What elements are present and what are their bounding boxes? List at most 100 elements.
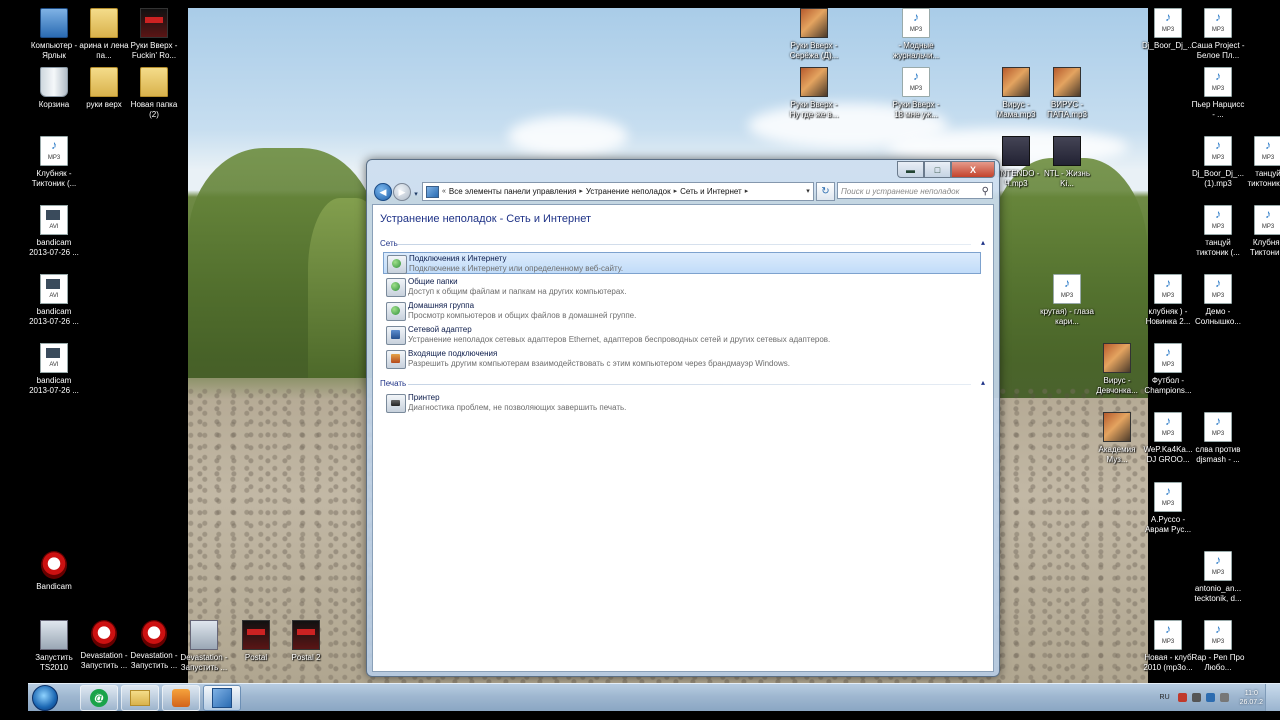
collapse-chevron-icon[interactable]: ▴ (981, 378, 985, 387)
video-file-icon (40, 274, 68, 304)
back-button[interactable]: ◀ (374, 183, 392, 201)
mp3-file-icon (1103, 343, 1131, 373)
desktop-icon[interactable]: Пьер Нарцисс - ... (1190, 67, 1246, 120)
desktop-icon[interactable]: руки верх (76, 67, 132, 110)
shortcut-icon (91, 620, 117, 648)
minimize-button[interactable]: ▬ (897, 161, 924, 178)
desktop-icon[interactable]: ВИРУС - ПАПА.mp3 (1039, 67, 1095, 120)
mp3-file-icon (1254, 205, 1280, 235)
desktop-icon[interactable]: bandicam 2013-07-26 ... (26, 274, 82, 327)
mp3-file-icon (1154, 620, 1182, 650)
mp3-file-icon (40, 136, 68, 166)
desktop-icon[interactable]: Клубняк Тиктони... (1240, 205, 1280, 258)
section-header-printing[interactable]: Печать ▴ (380, 378, 985, 388)
troubleshooter-incoming-connections[interactable]: Входящие подключения Разрешить другим ко… (383, 348, 981, 370)
search-icon[interactable]: ⚲ (982, 183, 989, 200)
desktop-icon[interactable]: Dj_Boor_Dj_... (1140, 8, 1196, 51)
desktop-icon[interactable]: танцуй тиктоник ... (1240, 136, 1280, 189)
volume-icon[interactable] (1219, 693, 1229, 702)
mp3-file-icon (1204, 8, 1232, 38)
desktop-icon[interactable]: Компьютер - Ярлык (26, 8, 82, 61)
desktop-icon[interactable]: WeP.Ka4Ka... DJ GROO... (1140, 412, 1196, 465)
desktop-icon[interactable]: NTL - Жизнь Ki... (1039, 136, 1095, 189)
window-controls: ▬ □ X (897, 161, 995, 178)
desktop-icon[interactable]: Postal (228, 620, 284, 663)
language-indicator[interactable]: RU (1160, 694, 1170, 701)
troubleshooter-shared-folders[interactable]: Общие папки Доступ к общим файлам и папк… (383, 276, 981, 298)
desktop-icon[interactable]: bandicam 2013-07-26 ... (26, 343, 82, 396)
forward-button[interactable]: ▶ (393, 183, 411, 201)
desktop-icon[interactable]: Академия Муз... (1089, 412, 1145, 465)
network-icon[interactable] (1205, 693, 1215, 702)
desktop-icon[interactable]: Devastation - Запустить ... (76, 620, 132, 671)
desktop-icon[interactable]: Новая - клуб 2010 (mp3o... (1140, 620, 1196, 673)
taskbar-control-panel[interactable] (203, 685, 241, 711)
desktop-icon[interactable]: Руки Вверх - 18 мне уж... (888, 67, 944, 120)
tray-app-icon[interactable] (1177, 693, 1187, 702)
desktop-icon[interactable]: Devastation - Запустить ... (126, 620, 182, 671)
desktop-icon[interactable]: арина и лена па... (76, 8, 132, 61)
search-input[interactable]: Поиск и устранение неполадок ⚲ (837, 182, 993, 199)
desktop-icon[interactable]: слва против djsmash - ... (1190, 412, 1246, 465)
clock[interactable]: 11:0 26.07.2 (1240, 689, 1263, 707)
video-file-icon (40, 205, 68, 235)
desktop-icon[interactable]: Саша Project - Белое Пл... (1190, 8, 1246, 61)
desktop-icon[interactable]: Вирус - Мама.mp3 (988, 67, 1044, 120)
desktop-icon[interactable]: Dj_Boor_Dj_... (1).mp3 (1190, 136, 1246, 189)
collapse-chevron-icon[interactable]: ▴ (981, 238, 985, 247)
desktop-icon[interactable]: Демо - Солнышко... (1190, 274, 1246, 327)
desktop-icon[interactable]: Руки Вверх - Серёжа (Д)... (786, 8, 842, 61)
desktop-icon[interactable]: Запустить TS2010 (26, 620, 82, 673)
taskbar-explorer[interactable] (121, 685, 159, 711)
taskbar-media-player[interactable] (162, 685, 200, 711)
section-title: Печать (380, 379, 407, 388)
desktop-icon[interactable]: Футбол - Champions... (1140, 343, 1196, 396)
desktop-icon[interactable]: Клубняк - Тиктоник (... (26, 136, 82, 189)
breadcrumb-all-control-panel-items[interactable]: Все элементы панели управления (446, 183, 579, 200)
desktop-icon[interactable]: клубняк ) - Новинка 2... (1140, 274, 1196, 327)
desktop-icon[interactable]: bandicam 2013-07-26 ... (26, 205, 82, 258)
maximize-button[interactable]: □ (924, 161, 951, 178)
shortcut-icon (40, 620, 68, 650)
close-button[interactable]: X (951, 161, 995, 178)
troubleshooter-homegroup[interactable]: Домашняя группа Просмотр компьютеров и о… (383, 300, 981, 322)
action-center-icon[interactable] (1191, 693, 1201, 702)
mp3-file-icon (1204, 412, 1232, 442)
desktop-icon[interactable]: Bandicam (26, 551, 82, 592)
desktop-icon[interactable]: А.Руссо - Аврам Рус... (1140, 482, 1196, 535)
desktop-icon[interactable]: - Модные журнальчи... (888, 8, 944, 61)
desktop-icon[interactable]: танцуй тиктоник (... (1190, 205, 1246, 258)
folder-icon (90, 67, 118, 97)
troubleshooter-internet-connections[interactable]: Подключения к Интернету Подключение к Ин… (383, 252, 981, 274)
desktop-icon[interactable]: Postal 2 (278, 620, 334, 663)
desktop-icon[interactable]: Вирус - Девчонка... (1089, 343, 1145, 396)
desktop-icon[interactable]: antonio_an... tecktonik, d... (1190, 551, 1246, 604)
start-button[interactable] (30, 684, 60, 711)
mp3-file-icon (1053, 67, 1081, 97)
navigation-bar: ◀ ▶ ▾ « Все элементы панели управления ▸… (372, 181, 994, 201)
desktop-icon[interactable]: крутая) - глаза кари... (1039, 274, 1095, 327)
section-divider (398, 244, 971, 245)
address-bar[interactable]: « Все элементы панели управления ▸ Устра… (422, 182, 814, 201)
desktop-icon[interactable]: Корзина (26, 67, 82, 110)
desktop-icon[interactable]: Devastation - Запустить ... (176, 620, 232, 673)
address-dropdown-icon[interactable]: ▾ (803, 183, 813, 200)
refresh-button[interactable]: ↻ (816, 182, 835, 201)
troubleshooter-printer[interactable]: Принтер Диагностика проблем, не позволяю… (383, 392, 981, 414)
breadcrumb-troubleshooting[interactable]: Устранение неполадок (583, 183, 674, 200)
desktop-icon[interactable]: Руки Вверх - Ну где же в... (786, 67, 842, 120)
desktop-icon[interactable]: Руки Вверх - Fuckin' Ro... (126, 8, 182, 61)
desktop-icon[interactable]: Rap - Pen Про Любо... (1190, 620, 1246, 673)
breadcrumb-network-and-internet[interactable]: Сеть и Интернет (677, 183, 745, 200)
breadcrumb-separator-icon[interactable]: ▸ (745, 183, 749, 200)
section-header-network[interactable]: Сеть ▴ (380, 238, 985, 248)
mp3-file-icon (1204, 551, 1232, 581)
troubleshooting-window[interactable]: ▬ □ X ◀ ▶ ▾ « Все элементы панели управл… (366, 159, 1000, 677)
taskbar-mail-agent[interactable]: @ (80, 685, 118, 711)
recent-pages-chevron-icon[interactable]: ▾ (412, 187, 420, 203)
troubleshooter-network-adapter[interactable]: Сетевой адаптер Устранение неполадок сет… (383, 324, 981, 346)
item-description: Разрешить другим компьютерам взаимодейст… (408, 359, 790, 368)
mp3-file-icon (902, 8, 930, 38)
show-desktop-button[interactable] (1265, 684, 1280, 711)
desktop-icon[interactable]: Новая папка (2) (126, 67, 182, 120)
